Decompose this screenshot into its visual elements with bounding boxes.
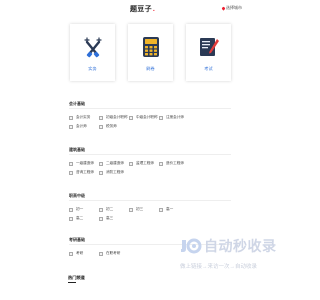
- list-item[interactable]: 注册会计师: [159, 115, 189, 120]
- tools-icon: [83, 37, 102, 58]
- list-item[interactable]: 会计实务: [69, 115, 99, 120]
- card-label-exam: 考试: [204, 66, 213, 71]
- item-icon: [69, 207, 73, 212]
- list-item[interactable]: 考研: [69, 251, 99, 256]
- section-divider: [69, 200, 231, 201]
- card-label-practice: 实务: [88, 66, 97, 71]
- list-item[interactable]: 中级会计职称: [129, 115, 159, 120]
- item-icon: [159, 161, 163, 166]
- list-item[interactable]: 初二: [99, 207, 129, 212]
- site-header: 题豆子. 选择城市: [0, 0, 300, 16]
- item-icon: [99, 216, 103, 221]
- item-icon: [129, 207, 133, 212]
- list-item[interactable]: 会计师: [69, 124, 99, 129]
- list-item[interactable]: 消防工程师: [99, 170, 129, 175]
- list-item[interactable]: 二级建造师: [99, 161, 129, 166]
- section-title: 职高中级: [69, 193, 85, 198]
- card-practice[interactable]: 实务: [70, 24, 115, 81]
- list-item[interactable]: 高三: [99, 216, 129, 221]
- location-label: 选择城市: [226, 5, 242, 10]
- item-icon: [69, 115, 73, 120]
- item-icon: [99, 124, 103, 129]
- section-construction: 建筑基础 一级建造师 二级建造师 监理工程师 造价工程师 咨询工程师 消防工程师: [69, 147, 231, 175]
- footer-title: 热门频道: [68, 275, 85, 280]
- item-icon: [69, 161, 73, 166]
- footer-underline: [68, 282, 76, 283]
- section-divider: [69, 108, 231, 109]
- item-icon: [69, 251, 73, 256]
- list-item[interactable]: 造价工程师: [159, 161, 189, 166]
- logo-text: 题豆子: [130, 6, 152, 13]
- item-icon: [159, 115, 163, 120]
- section-items: 会计实务 初级会计职称 中级会计职称 注册会计师 会计师 税务师: [69, 115, 231, 129]
- item-icon: [99, 251, 103, 256]
- category-cards: 实务 刷卷 考试: [70, 24, 231, 81]
- item-icon: [99, 207, 103, 212]
- item-icon: [69, 216, 73, 221]
- item-icon: [69, 124, 73, 129]
- location-pin-icon: [221, 5, 226, 11]
- section-title: 会计基础: [69, 101, 85, 106]
- card-label-papers: 刷卷: [146, 66, 155, 71]
- list-item[interactable]: 一级建造师: [69, 161, 99, 166]
- watermark-title: 自动秒收录: [204, 238, 277, 254]
- item-icon: [99, 161, 103, 166]
- section-items: 初一 初二 初三 高一 高二 高三: [69, 207, 231, 221]
- list-item[interactable]: 咨询工程师: [69, 170, 99, 175]
- card-papers[interactable]: 刷卷: [128, 24, 173, 81]
- item-icon: [69, 170, 73, 175]
- location-selector[interactable]: 选择城市: [221, 5, 242, 11]
- list-item[interactable]: 监理工程师: [129, 161, 159, 166]
- card-exam[interactable]: 考试: [186, 24, 231, 81]
- item-icon: [129, 161, 133, 166]
- section-divider: [69, 154, 231, 155]
- watermark-logo-icon: [181, 238, 202, 254]
- section-items: 一级建造师 二级建造师 监理工程师 造价工程师 咨询工程师 消防工程师: [69, 161, 231, 175]
- section-title: 建筑基础: [69, 147, 85, 152]
- logo-dot: .: [152, 6, 156, 13]
- list-item[interactable]: 高一: [159, 207, 189, 212]
- notebook-icon: [199, 38, 219, 56]
- item-icon: [99, 170, 103, 175]
- list-item[interactable]: 在职考研: [99, 251, 129, 256]
- list-item[interactable]: 高二: [69, 216, 99, 221]
- list-item[interactable]: 初三: [129, 207, 159, 212]
- item-icon: [99, 115, 103, 120]
- site-logo[interactable]: 题豆子.: [130, 4, 155, 14]
- section-accounting: 会计基础 会计实务 初级会计职称 中级会计职称 注册会计师 会计师 税务师: [69, 101, 231, 129]
- list-item[interactable]: 初一: [69, 207, 99, 212]
- list-item[interactable]: 初级会计职称: [99, 115, 129, 120]
- calculator-icon: [142, 37, 159, 57]
- section-school: 职高中级 初一 初二 初三 高一 高二 高三: [69, 193, 231, 221]
- item-icon: [129, 115, 133, 120]
- watermark: 自动秒收录 做上链接→来访一次→自动收录: [180, 236, 300, 280]
- watermark-subtitle: 做上链接→来访一次→自动收录: [180, 264, 258, 270]
- item-icon: [159, 207, 163, 212]
- list-item[interactable]: 税务师: [99, 124, 129, 129]
